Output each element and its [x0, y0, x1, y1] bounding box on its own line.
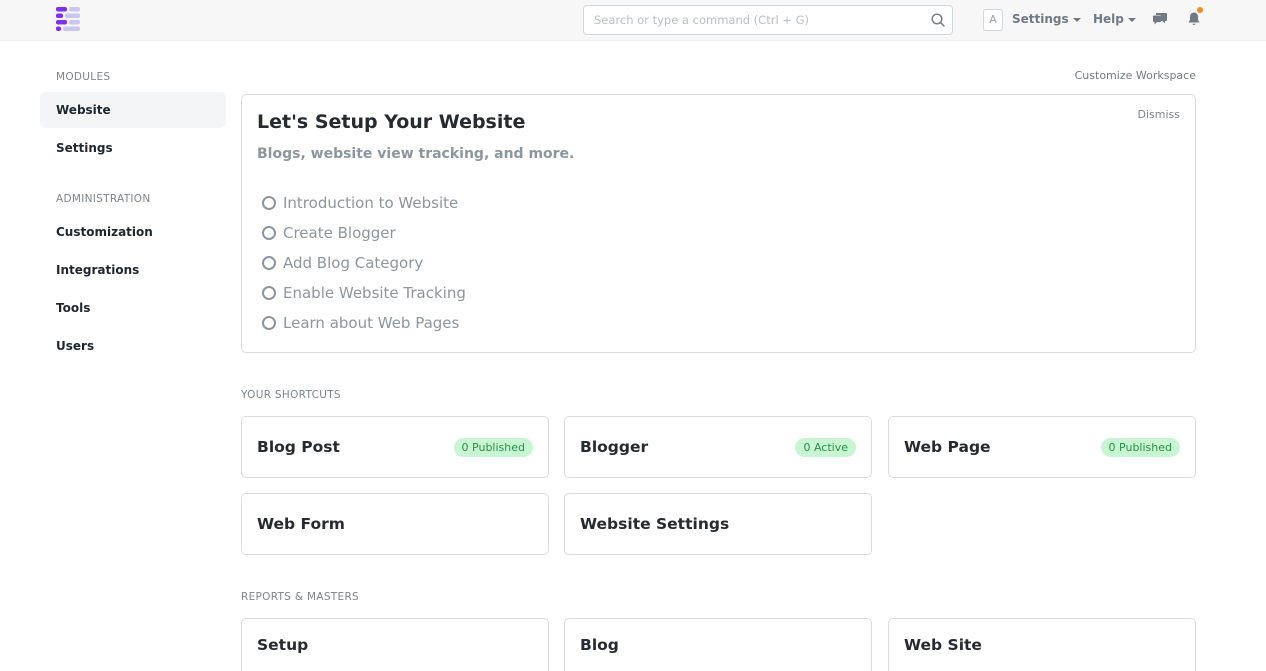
sidebar-item-customization[interactable]: Customization	[40, 214, 226, 250]
report-card-web-site[interactable]: Web Site	[888, 618, 1196, 671]
step-label: Create Blogger	[283, 224, 396, 242]
chevron-down-icon	[1072, 18, 1081, 22]
shortcut-card-blogger[interactable]: Blogger 0 Active	[564, 416, 872, 478]
onboarding-widget: Dismiss Let's Setup Your Website Blogs, …	[241, 94, 1196, 353]
help-dropdown[interactable]: Help	[1093, 12, 1136, 26]
shortcut-card-web-page[interactable]: Web Page 0 Published	[888, 416, 1196, 478]
shortcut-title: Web Page	[904, 438, 991, 456]
search-input[interactable]	[584, 6, 914, 34]
onboarding-title: Let's Setup Your Website	[257, 111, 526, 133]
step-label: Enable Website Tracking	[283, 284, 466, 302]
dismiss-button[interactable]: Dismiss	[1138, 108, 1181, 121]
onboarding-subtitle: Blogs, website view tracking, and more.	[257, 146, 575, 162]
shortcut-title: Blog Post	[257, 438, 340, 456]
notification-dot	[1197, 7, 1203, 13]
onboarding-step[interactable]: Add Blog Category	[262, 248, 466, 278]
navbar: A Settings Help	[0, 0, 1266, 41]
shortcut-title: Blogger	[580, 438, 649, 456]
shortcut-card-blog-post[interactable]: Blog Post 0 Published	[241, 416, 549, 478]
report-card-setup[interactable]: Setup	[241, 618, 549, 671]
reports-heading: REPORTS & MASTERS	[241, 591, 360, 603]
report-title: Web Site	[904, 636, 982, 654]
bell-icon[interactable]	[1186, 11, 1202, 27]
step-circle-icon	[262, 286, 276, 300]
step-label: Add Blog Category	[283, 254, 424, 272]
help-dropdown-label: Help	[1093, 12, 1124, 26]
shortcut-card-website-settings[interactable]: Website Settings	[564, 493, 872, 555]
count-badge: 0 Published	[1100, 438, 1180, 457]
sidebar: MODULES Website Settings ADMINISTRATION …	[40, 60, 226, 364]
onboarding-step[interactable]: Enable Website Tracking	[262, 278, 466, 308]
shortcut-title: Web Form	[257, 515, 345, 533]
app-logo-icon[interactable]	[56, 7, 80, 31]
shortcut-title: Website Settings	[580, 515, 730, 533]
onboarding-step[interactable]: Create Blogger	[262, 218, 466, 248]
sidebar-item-tools[interactable]: Tools	[40, 290, 226, 326]
onboarding-step[interactable]: Introduction to Website	[262, 188, 466, 218]
count-badge: 0 Published	[453, 438, 533, 457]
settings-dropdown-label: Settings	[1012, 12, 1069, 26]
step-circle-icon	[262, 196, 276, 210]
sidebar-heading-modules: MODULES	[56, 71, 111, 83]
step-circle-icon	[262, 256, 276, 270]
sidebar-item-settings[interactable]: Settings	[40, 130, 226, 166]
onboarding-steps: Introduction to Website Create Blogger A…	[262, 188, 466, 338]
step-circle-icon	[262, 226, 276, 240]
step-circle-icon	[262, 316, 276, 330]
sidebar-item-website[interactable]: Website	[40, 92, 226, 128]
customize-workspace-button[interactable]: Customize Workspace	[1075, 69, 1196, 82]
shortcuts-heading: YOUR SHORTCUTS	[241, 389, 341, 401]
report-title: Setup	[257, 636, 309, 654]
count-badge: 0 Active	[795, 438, 856, 457]
sidebar-item-users[interactable]: Users	[40, 328, 226, 364]
sidebar-item-integrations[interactable]: Integrations	[40, 252, 226, 288]
chevron-down-icon	[1127, 18, 1136, 22]
user-avatar[interactable]: A	[983, 9, 1003, 31]
awesomebar-search	[583, 5, 953, 35]
shortcut-card-web-form[interactable]: Web Form	[241, 493, 549, 555]
chat-icon[interactable]	[1152, 11, 1168, 27]
sidebar-heading-administration: ADMINISTRATION	[56, 193, 151, 205]
onboarding-step[interactable]: Learn about Web Pages	[262, 308, 466, 338]
step-label: Learn about Web Pages	[283, 314, 460, 332]
report-card-blog[interactable]: Blog	[564, 618, 872, 671]
step-label: Introduction to Website	[283, 194, 459, 212]
report-title: Blog	[580, 636, 619, 654]
search-icon[interactable]	[930, 12, 946, 28]
settings-dropdown[interactable]: Settings	[1012, 12, 1081, 26]
